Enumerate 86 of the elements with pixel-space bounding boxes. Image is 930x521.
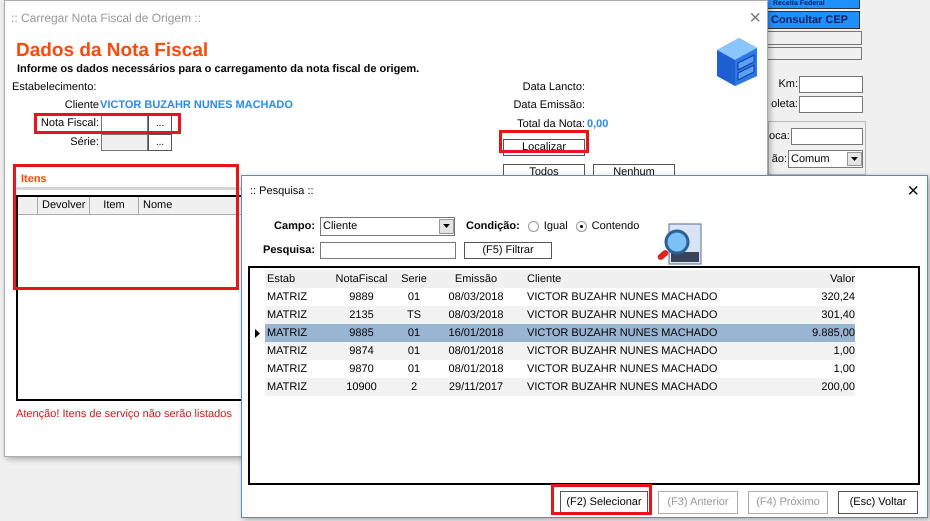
action-button[interactable]: (Esc) Voltar — [838, 490, 918, 514]
table-cell-text: 200,00 — [820, 380, 855, 395]
table-cell-text: 29/11/2017 — [448, 380, 504, 395]
table-cell-text: 1,00 — [832, 344, 855, 359]
table-row[interactable]: MATRIZ 10900 2 29/11/2017 VICTOR BUZAHR NUNES MACHADO 200,00 — [265, 378, 855, 396]
field-label: Condição: — [466, 218, 520, 234]
table-cell-text: 1,00 — [832, 362, 855, 377]
radio-option[interactable]: Contendo — [576, 218, 640, 234]
table-cell-text: 08/03/2018 — [447, 290, 505, 305]
table-cell-text: MATRIZ — [266, 308, 308, 323]
table-cell-text: VICTOR BUZAHR NUNES MACHADO — [526, 308, 718, 323]
column-header[interactable]: Serie — [398, 270, 430, 288]
table-cell-text: MATRIZ — [266, 326, 308, 341]
close-button[interactable]: × — [749, 8, 761, 28]
table-cell-text: 9870 — [348, 362, 375, 377]
table-cell-text: VICTOR BUZAHR NUNES MACHADO — [526, 290, 718, 305]
field-label: Campo: — [273, 218, 315, 234]
dropdown[interactable]: Comum — [788, 150, 863, 168]
table-row[interactable]: MATRIZ 9885 01 16/01/2018 VICTOR BUZAHR NUNES MACHADO 9.885,00 — [265, 324, 855, 342]
table-row[interactable]: MATRIZ 9874 01 08/01/2018 VICTOR BUZAHR NUNES MACHADO 1,00 — [265, 342, 855, 360]
field-label: Pesquisa: — [262, 242, 315, 258]
row-pointer-icon — [255, 328, 260, 338]
field-label: Data Lancto: — [522, 80, 585, 94]
table-cell-text: 10900 — [345, 380, 378, 395]
table-cell-text: VICTOR BUZAHR NUNES MACHADO — [526, 380, 718, 395]
column-header[interactable]: Emissão — [430, 270, 522, 288]
table-cell-text: 08/01/2018 — [447, 344, 505, 359]
table-cell-text: 9874 — [348, 344, 375, 359]
table-cell-text: 301,40 — [820, 308, 855, 323]
total-value: 0,00 — [587, 116, 608, 132]
table-cell-text: VICTOR BUZAHR NUNES MACHADO — [526, 344, 718, 359]
input-field[interactable] — [790, 128, 863, 145]
field-label: Estabelecimento: — [12, 80, 96, 94]
window-title: :: Pesquisa :: — [250, 184, 314, 199]
column-header[interactable]: NotaFiscal — [325, 270, 398, 288]
table-cell-text: 320,24 — [820, 290, 855, 305]
client-name: VICTOR BUZAHR NUNES MACHADO — [100, 98, 293, 113]
table-cell-text: VICTOR BUZAHR NUNES MACHADO — [526, 362, 718, 377]
warning-text: Atenção! Itens de serviço não serão listados — [16, 407, 232, 422]
dropdown[interactable]: Cliente — [320, 216, 455, 236]
table-cell-text: MATRIZ — [266, 362, 308, 377]
table-cell-text: 08/03/2018 — [447, 308, 505, 323]
heading: Dados da Nota Fiscal — [16, 40, 208, 62]
radio-button[interactable] — [528, 220, 539, 232]
table-cell-text: 9.885,00 — [811, 326, 855, 341]
table-cell-text: 01 — [406, 362, 422, 377]
radio-button[interactable] — [576, 220, 587, 232]
radio-option[interactable]: Igual — [528, 218, 568, 234]
table-cell-text: VICTOR BUZAHR NUNES MACHADO — [526, 326, 718, 341]
field-label: Km: — [778, 77, 798, 92]
filter-button[interactable]: (F5) Filtrar — [464, 242, 552, 258]
column-header[interactable]: Valor — [762, 270, 855, 288]
input-field[interactable] — [799, 96, 863, 113]
window-title: :: Carregar Nota Fiscal de Origem :: — [11, 10, 202, 27]
field-label: oca: — [769, 129, 790, 144]
table-cell-text: 9885 — [348, 326, 375, 341]
table-cell-text: MATRIZ — [266, 290, 308, 305]
column-header[interactable]: Devolver — [38, 197, 90, 214]
table-cell-text: 16/01/2018 — [447, 326, 505, 341]
table-cell-text: 01 — [406, 344, 422, 359]
field-label: Série: — [69, 135, 99, 150]
field-label: Total da Nota: — [516, 117, 585, 131]
table-cell-text: 2 — [410, 380, 418, 395]
field-label: Data Emissão: — [512, 98, 585, 112]
table-cell-text: 01 — [406, 326, 422, 341]
subtitle: Informe os dados necessários para o carregamento da nota fiscal de origem. — [17, 62, 420, 76]
table-cell-text: 08/01/2018 — [447, 362, 505, 377]
search-field[interactable] — [320, 242, 456, 258]
table-cell-text: TS — [406, 308, 422, 323]
table-cell-text: MATRIZ — [266, 344, 308, 359]
column-header[interactable]: Cliente — [522, 270, 762, 288]
column-header[interactable]: Item — [90, 197, 139, 214]
column-header[interactable]: Estab — [265, 270, 325, 288]
field-label: ão: — [772, 152, 787, 167]
table-cell-text: 01 — [406, 290, 422, 305]
field-label: Nota Fiscal: — [40, 116, 99, 132]
field-label: oleta: — [771, 97, 798, 112]
table-row[interactable]: MATRIZ 2135 TS 08/03/2018 VICTOR BUZAHR NUNES MACHADO 301,40 — [265, 306, 855, 324]
table-cell-text: 9889 — [348, 290, 375, 305]
input-field[interactable] — [799, 76, 863, 93]
close-button[interactable]: × — [907, 181, 919, 201]
section-title: Itens — [21, 172, 47, 186]
table-cell-text: 2135 — [348, 308, 375, 323]
table-cell-text: MATRIZ — [266, 380, 308, 395]
action-button[interactable]: (F2) Selecionar — [560, 490, 648, 514]
field-label: Cliente — [64, 98, 99, 113]
